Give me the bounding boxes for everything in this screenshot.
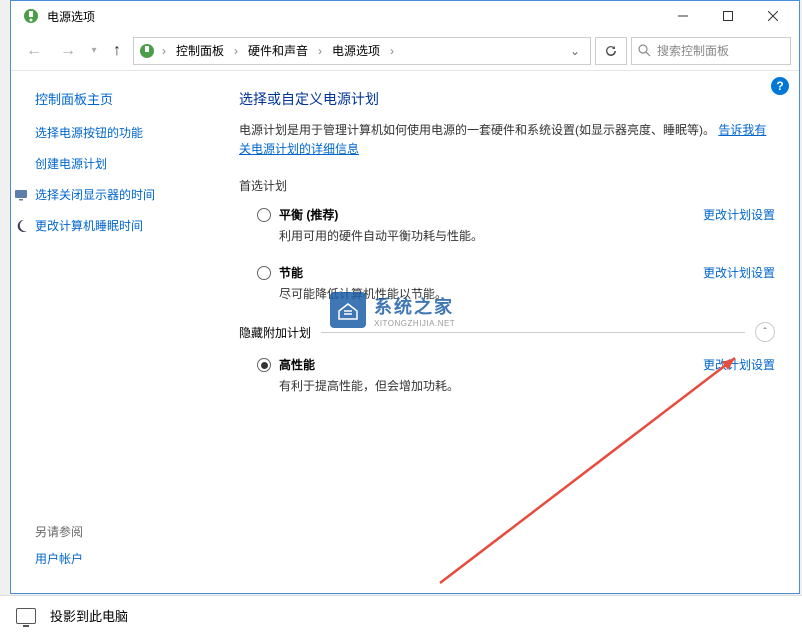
search-placeholder: 搜索控制面板 — [657, 42, 729, 59]
forward-button[interactable]: → — [53, 36, 83, 66]
plan-balanced-settings-link[interactable]: 更改计划设置 — [703, 206, 775, 223]
plan-power-saver-desc: 尽可能降低计算机性能以节能。 — [279, 285, 703, 302]
collapse-button[interactable]: ˆ — [755, 322, 775, 342]
window-title: 电源选项 — [47, 8, 660, 25]
crumb-sep-icon: › — [232, 44, 240, 58]
plan-balanced: 平衡 (推荐) 利用可用的硬件自动平衡功耗与性能。 更改计划设置 — [239, 206, 775, 258]
hidden-plans-header: 隐藏附加计划 ˆ — [239, 322, 775, 342]
main-content: 选择或自定义电源计划 电源计划是用于管理计算机如何使用电源的一套硬件和系统设置(… — [211, 71, 799, 593]
breadcrumb-0[interactable]: 控制面板 — [172, 40, 228, 61]
plan-power-saver-radio[interactable] — [257, 266, 271, 280]
search-icon — [638, 44, 651, 57]
plan-high-performance-desc: 有利于提高性能，但会增加功耗。 — [279, 377, 703, 394]
sidebar-link-display-off[interactable]: 选择关闭显示器的时间 — [35, 186, 199, 203]
search-input[interactable]: 搜索控制面板 — [631, 37, 791, 65]
address-dropdown-icon[interactable]: ⌄ — [564, 44, 586, 58]
crumb-sep-icon: › — [388, 44, 396, 58]
plan-balanced-name: 平衡 (推荐) — [279, 206, 703, 223]
sidebar-link-sleep-time[interactable]: 更改计算机睡眠时间 — [35, 217, 199, 234]
plan-high-performance-radio[interactable] — [257, 358, 271, 372]
moon-icon — [13, 218, 29, 234]
see-also-label: 另请参阅 — [35, 523, 199, 540]
titlebar: 电源选项 — [11, 1, 799, 31]
taskbar-label: 投影到此电脑 — [50, 606, 128, 625]
crumb-sep-icon: › — [316, 44, 324, 58]
control-panel-home-link[interactable]: 控制面板主页 — [35, 89, 199, 108]
up-button[interactable]: ↑ — [105, 39, 129, 63]
hidden-plans-label: 隐藏附加计划 — [239, 324, 311, 341]
help-button[interactable]: ? — [771, 77, 789, 95]
sidebar-link-create-plan[interactable]: 创建电源计划 — [35, 155, 199, 172]
app-icon — [21, 6, 41, 26]
plan-high-performance-settings-link[interactable]: 更改计划设置 — [703, 356, 775, 373]
plan-high-performance-name: 高性能 — [279, 356, 703, 373]
page-title: 选择或自定义电源计划 — [239, 89, 775, 109]
minimize-button[interactable] — [660, 1, 705, 31]
crumb-sep-icon: › — [160, 44, 168, 58]
maximize-button[interactable] — [705, 1, 750, 31]
back-button[interactable]: ← — [19, 36, 49, 66]
close-button[interactable] — [750, 1, 795, 31]
sidebar-link-power-button[interactable]: 选择电源按钮的功能 — [35, 124, 199, 141]
plan-power-saver: 节能 尽可能降低计算机性能以节能。 更改计划设置 — [239, 264, 775, 316]
refresh-button[interactable] — [595, 37, 627, 65]
plan-power-saver-settings-link[interactable]: 更改计划设置 — [703, 264, 775, 281]
address-bar[interactable]: › 控制面板 › 硬件和声音 › 电源选项 › ⌄ — [133, 37, 591, 65]
taskbar-item[interactable]: 投影到此电脑 — [0, 595, 802, 635]
project-icon — [16, 608, 36, 624]
plan-balanced-desc: 利用可用的硬件自动平衡功耗与性能。 — [279, 227, 703, 244]
monitor-icon — [13, 187, 29, 203]
nav-bar: ← → ▾ ↑ › 控制面板 › 硬件和声音 › 电源选项 › ⌄ 搜索控制面板 — [11, 31, 799, 71]
breadcrumb-2[interactable]: 电源选项 — [328, 40, 384, 61]
plan-high-performance: 高性能 有利于提高性能，但会增加功耗。 更改计划设置 — [239, 356, 775, 408]
page-description: 电源计划是用于管理计算机如何使用电源的一套硬件和系统设置(如显示器亮度、睡眠等)… — [239, 121, 775, 159]
sidebar: 控制面板主页 选择电源按钮的功能 创建电源计划 选择关闭显示器的时间 更改计算机… — [11, 71, 211, 593]
sidebar-link-user-accounts[interactable]: 用户帐户 — [35, 550, 199, 567]
recent-dropdown[interactable]: ▾ — [87, 36, 101, 66]
location-icon — [138, 42, 156, 60]
preferred-plans-label: 首选计划 — [239, 177, 775, 194]
plan-balanced-radio[interactable] — [257, 208, 271, 222]
plan-power-saver-name: 节能 — [279, 264, 703, 281]
breadcrumb-1[interactable]: 硬件和声音 — [244, 40, 312, 61]
